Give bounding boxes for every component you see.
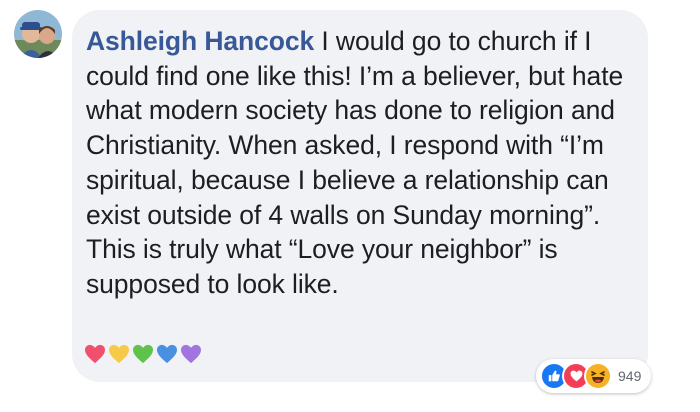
reaction-count: 949 [618, 368, 642, 384]
avatar[interactable] [14, 10, 62, 58]
blue-heart-icon [156, 344, 178, 364]
comment-body: I would go to church if I could find one… [86, 26, 624, 230]
comment-paragraph: Ashleigh Hancock I would go to church if… [86, 24, 642, 232]
heart-emoji-row [84, 344, 202, 364]
reactions-summary[interactable]: 949 [536, 359, 652, 393]
green-heart-icon [132, 344, 154, 364]
avatar-photo [14, 10, 62, 58]
comment-paragraph: This is truly what “Love your neighbor” … [86, 234, 558, 299]
comment-bubble: Ashleigh Hancock I would go to church if… [72, 10, 648, 382]
author-name[interactable]: Ashleigh Hancock [86, 26, 314, 56]
comment: Ashleigh Hancock I would go to church if… [0, 0, 700, 412]
comment-text: Ashleigh Hancock I would go to church if… [86, 24, 642, 302]
red-heart-icon [84, 344, 106, 364]
yellow-heart-icon [108, 344, 130, 364]
purple-heart-icon [180, 344, 202, 364]
haha-reaction-icon [584, 362, 612, 390]
